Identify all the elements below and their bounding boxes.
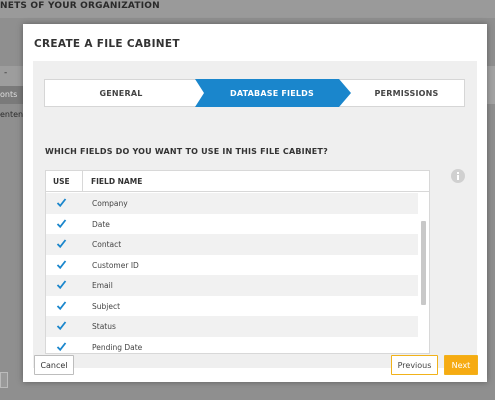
previous-button[interactable]: Previous (391, 355, 438, 375)
table-row[interactable]: Customer ID (46, 255, 418, 276)
field-name: Pending Date (92, 342, 143, 352)
field-name: Subject (92, 301, 121, 311)
step-database-fields[interactable]: DATABASE FIELDS (197, 80, 347, 106)
table-row[interactable]: Company (46, 193, 418, 214)
field-name: Email (92, 281, 113, 290)
checkmark-icon[interactable] (56, 197, 67, 208)
column-header-use: USE (53, 177, 70, 186)
column-header-field-name: FIELD NAME (91, 177, 143, 186)
next-button[interactable]: Next (444, 355, 478, 375)
fields-table: USE FIELD NAME Company Date Contact Cust… (45, 170, 430, 354)
cancel-button[interactable]: Cancel (34, 355, 74, 375)
table-row[interactable]: Status (46, 316, 418, 337)
table-scrollbar[interactable] (421, 221, 426, 305)
checkmark-icon[interactable] (56, 300, 67, 311)
checkmark-icon[interactable] (56, 238, 67, 249)
field-name: Contact (92, 240, 122, 249)
field-name: Status (92, 322, 116, 331)
dialog-body: GENERAL DATABASE FIELDS PERMISSIONS WHIC… (33, 61, 477, 368)
background-column-label: - (4, 68, 8, 78)
table-row[interactable]: Pending Date (46, 337, 418, 354)
wizard-stepper: GENERAL DATABASE FIELDS PERMISSIONS (44, 79, 465, 107)
fields-question: WHICH FIELDS DO YOU WANT TO USE IN THIS … (45, 147, 328, 156)
table-row[interactable]: Date (46, 214, 418, 235)
checkmark-icon[interactable] (56, 341, 67, 352)
create-file-cabinet-dialog: CREATE A FILE CABINET GENERAL DATABASE F… (23, 24, 487, 382)
background-right-strip (487, 66, 495, 104)
column-divider (82, 171, 83, 192)
field-name: Company (92, 199, 128, 208)
step-permissions[interactable]: PERMISSIONS (347, 80, 466, 106)
checkmark-icon[interactable] (56, 279, 67, 290)
table-header: USE FIELD NAME (46, 171, 429, 192)
table-row[interactable]: Email (46, 275, 418, 296)
background-row-label: onts (0, 90, 18, 99)
table-row[interactable]: Contact (46, 234, 418, 255)
checkmark-icon[interactable] (56, 218, 67, 229)
info-icon[interactable] (451, 169, 465, 183)
background-page-title: NETS OF YOUR ORGANIZATION (0, 1, 160, 11)
background-bottom-control (0, 372, 8, 388)
checkmark-icon[interactable] (56, 259, 67, 270)
field-name: Date (92, 219, 110, 229)
table-row[interactable]: Subject (46, 296, 418, 317)
step-general[interactable]: GENERAL (45, 80, 197, 106)
dialog-title: CREATE A FILE CABINET (34, 38, 180, 50)
field-name: Customer ID (92, 260, 139, 270)
checkmark-icon[interactable] (56, 320, 67, 331)
